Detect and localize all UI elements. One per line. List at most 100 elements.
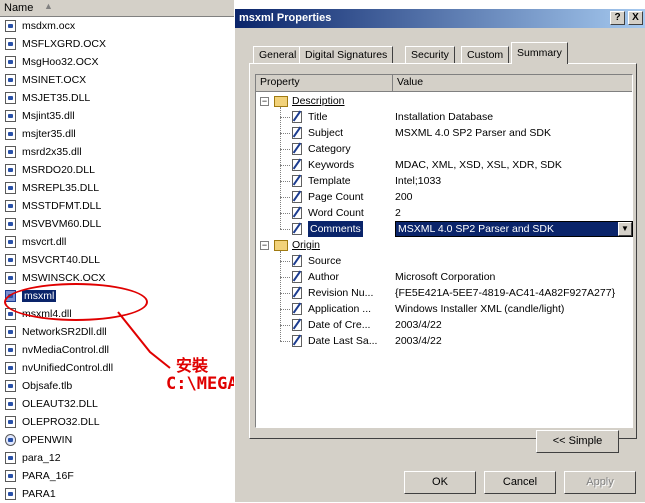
file-item[interactable]: MSWINSCK.OCX (0, 269, 234, 287)
editable-property-icon (292, 159, 302, 171)
property-row[interactable]: Word Count 2 (256, 205, 632, 221)
tree-connector (280, 213, 290, 214)
file-item[interactable]: MSVBVM60.DLL (0, 215, 234, 233)
group-row[interactable]: − Origin (256, 237, 632, 253)
dropdown-arrow-icon[interactable]: ▼ (618, 222, 632, 236)
file-icon (5, 452, 16, 464)
file-icon (5, 416, 16, 428)
property-row[interactable]: Application ... Windows Installer XML (ca… (256, 301, 632, 317)
file-item[interactable]: msvcrt.dll (0, 233, 234, 251)
editable-property-icon (292, 127, 302, 139)
name-column-header[interactable]: Name ▲ (0, 0, 234, 17)
cancel-button[interactable]: Cancel (484, 471, 556, 494)
file-item[interactable]: MSFLXGRD.OCX (0, 35, 234, 53)
file-item[interactable]: Msjint35.dll (0, 107, 234, 125)
file-name: msrd2x35.dll (22, 146, 82, 158)
tab-general[interactable]: General (253, 46, 303, 63)
file-item[interactable]: MSSTDFMT.DLL (0, 197, 234, 215)
file-icon (5, 254, 16, 266)
file-name: msdxm.ocx (22, 20, 76, 32)
file-item[interactable]: MsgHoo32.OCX (0, 53, 234, 71)
tree-connector (280, 181, 290, 182)
property-name: Revision Nu... (308, 287, 374, 299)
tree-connector (280, 229, 290, 230)
file-item[interactable]: MSREPL35.DLL (0, 179, 234, 197)
property-row[interactable]: Subject MSXML 4.0 SP2 Parser and SDK (256, 125, 632, 141)
property-row[interactable]: Date Last Sa... 2003/4/22 (256, 333, 632, 349)
tree-connector (280, 149, 290, 150)
file-item[interactable]: OPENWIN (0, 431, 234, 449)
tree-connector-vertical (280, 107, 281, 229)
dialog-titlebar[interactable]: msxml Properties ? X (235, 9, 645, 28)
property-row[interactable]: Author Microsoft Corporation (256, 269, 632, 285)
file-item[interactable]: MSJET35.DLL (0, 89, 234, 107)
file-item[interactable]: PARA_16F (0, 467, 234, 485)
file-item[interactable]: para_12 (0, 449, 234, 467)
file-icon (5, 344, 16, 356)
editable-property-icon (292, 111, 302, 123)
file-item[interactable]: MSVCRT40.DLL (0, 251, 234, 269)
annotation-install-label: 安裝 (176, 356, 209, 375)
property-name: Category (308, 143, 351, 155)
file-item[interactable]: msrd2x35.dll (0, 143, 234, 161)
file-name: Msjint35.dll (22, 110, 75, 122)
tab-custom[interactable]: Custom (461, 46, 510, 63)
listview-header: Property Value (256, 75, 632, 92)
editable-property-icon (292, 207, 302, 219)
property-name: Subject (308, 127, 344, 139)
file-item[interactable]: PARA1 (0, 485, 234, 503)
help-button[interactable]: ? (610, 11, 625, 25)
close-button[interactable]: X (628, 11, 643, 25)
tab-security[interactable]: Security (405, 46, 455, 63)
value-column-header[interactable]: Value (393, 75, 632, 91)
tree-connector (280, 341, 290, 342)
tree-connector (280, 293, 290, 294)
file-item[interactable]: MSINET.OCX (0, 71, 234, 89)
property-column-header[interactable]: Property (256, 75, 393, 91)
property-name: Application ... (308, 303, 372, 315)
file-icon (5, 200, 16, 212)
file-item[interactable]: NetworkSR2Dll.dll (0, 323, 234, 341)
file-icon (5, 56, 16, 68)
file-name: MSRDO20.DLL (22, 164, 95, 176)
property-name: Template (308, 175, 351, 187)
property-row[interactable]: Source (256, 253, 632, 269)
property-row[interactable]: Comments MSXML 4.0 SP2 Parser and SDK ▼ (256, 221, 633, 237)
properties-listview[interactable]: Property Value − Description Title Installa… (255, 74, 633, 428)
file-icon (5, 110, 16, 122)
file-item[interactable]: OLEPRO32.DLL (0, 413, 234, 431)
tree-connector (280, 309, 290, 310)
file-name: para_12 (22, 452, 61, 464)
property-row[interactable]: Title Installation Database (256, 109, 632, 125)
file-name: OPENWIN (22, 434, 73, 446)
apply-button[interactable]: Apply (564, 471, 636, 494)
file-icon (5, 146, 16, 158)
file-item[interactable]: OLEAUT32.DLL (0, 395, 234, 413)
property-row[interactable]: Category (256, 141, 632, 157)
property-row[interactable]: Date of Cre... 2003/4/22 (256, 317, 632, 333)
group-row[interactable]: − Description (256, 93, 632, 109)
file-item[interactable]: msjter35.dll (0, 125, 234, 143)
property-row[interactable]: Revision Nu... {FE5E421A-5EE7-4819-AC41-4… (256, 285, 632, 301)
tree-connector (280, 325, 290, 326)
file-name: nvUnifiedControl.dll (22, 362, 114, 374)
file-item[interactable]: MSRDO20.DLL (0, 161, 234, 179)
property-value: 200 (395, 191, 413, 203)
collapse-icon[interactable]: − (260, 97, 269, 106)
properties-dialog: msxml Properties ? X General Digital Sign… (234, 9, 645, 502)
collapse-icon[interactable]: − (260, 241, 269, 250)
file-name: MSVBVM60.DLL (22, 218, 102, 230)
property-row[interactable]: Page Count 200 (256, 189, 632, 205)
tree-connector (280, 261, 290, 262)
tree-connector (280, 117, 290, 118)
tab-digital-signatures[interactable]: Digital Signatures (299, 46, 394, 63)
property-name: Page Count (308, 191, 364, 203)
tab-summary[interactable]: Summary (511, 42, 568, 64)
ok-button[interactable]: OK (404, 471, 476, 494)
property-value: 2003/4/22 (395, 335, 442, 347)
property-row[interactable]: Template Intel;1033 (256, 173, 632, 189)
comments-value-dropdown[interactable]: MSXML 4.0 SP2 Parser and SDK ▼ (395, 221, 633, 237)
property-row[interactable]: Keywords MDAC, XML, XSD, XSL, XDR, SDK (256, 157, 632, 173)
simple-button[interactable]: << Simple (536, 430, 619, 453)
file-item[interactable]: msdxm.ocx (0, 17, 234, 35)
